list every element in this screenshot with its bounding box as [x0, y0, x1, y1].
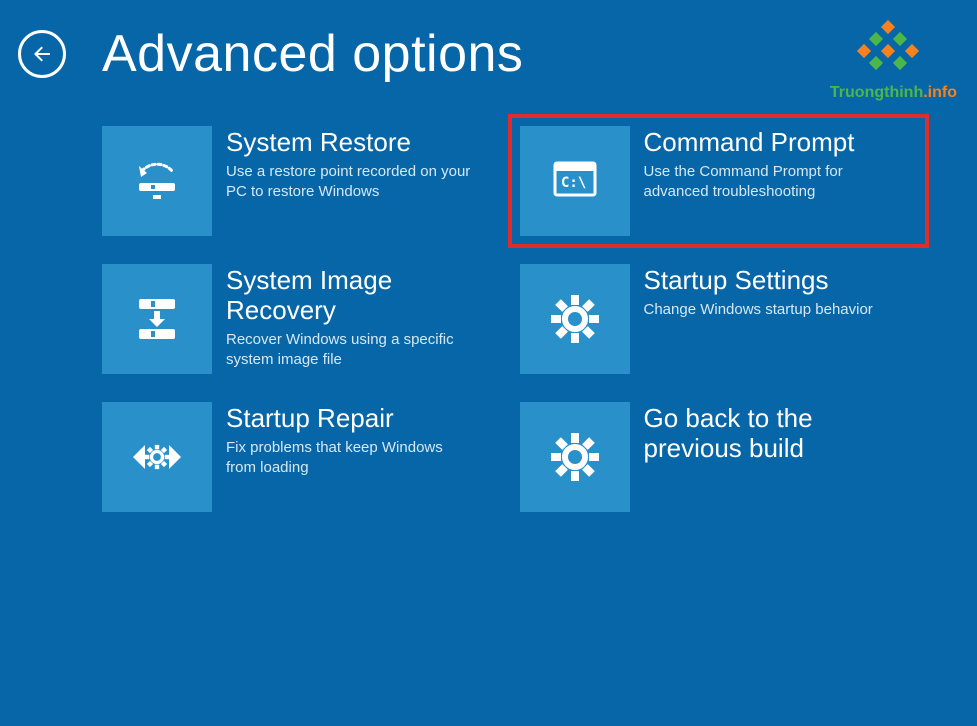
tile-desc: Change Windows startup behavior	[644, 300, 873, 320]
system-restore-icon	[102, 126, 212, 236]
page-title: Advanced options	[102, 24, 523, 84]
startup-repair-icon	[102, 402, 212, 512]
option-go-back-previous-build[interactable]: Go back to the previous build	[520, 402, 918, 512]
option-startup-settings[interactable]: Startup Settings Change Windows startup …	[520, 264, 918, 374]
tile-title: Startup Repair	[226, 404, 476, 434]
option-system-image-recovery[interactable]: System Image Recovery Recover Windows us…	[102, 264, 500, 374]
tile-desc: Fix problems that keep Windows from load…	[226, 438, 476, 479]
gear-icon	[520, 264, 630, 374]
watermark-logo-icon	[853, 20, 933, 80]
tile-desc: Use a restore point recorded on your PC …	[226, 162, 476, 203]
tile-title: Go back to the previous build	[644, 404, 894, 464]
system-image-recovery-icon	[102, 264, 212, 374]
option-system-restore[interactable]: System Restore Use a restore point recor…	[102, 126, 500, 236]
options-grid: System Restore Use a restore point recor…	[0, 84, 977, 512]
back-button[interactable]	[18, 30, 66, 78]
tile-desc: Recover Windows using a specific system …	[226, 330, 476, 371]
arrow-left-icon	[30, 42, 54, 66]
tile-title: System Restore	[226, 128, 476, 158]
option-command-prompt[interactable]: C:\ Command Prompt Use the Command Promp…	[508, 114, 930, 248]
tile-title: System Image Recovery	[226, 266, 476, 326]
watermark: Truongthinh.info	[830, 20, 957, 102]
tile-title: Startup Settings	[644, 266, 873, 296]
watermark-text: Truongthinh.info	[830, 84, 957, 102]
tile-desc: Use the Command Prompt for advanced trou…	[644, 162, 894, 203]
option-startup-repair[interactable]: Startup Repair Fix problems that keep Wi…	[102, 402, 500, 512]
command-prompt-icon: C:\	[520, 126, 630, 236]
gear-icon	[520, 402, 630, 512]
svg-text:C:\: C:\	[561, 175, 586, 191]
tile-title: Command Prompt	[644, 128, 894, 158]
